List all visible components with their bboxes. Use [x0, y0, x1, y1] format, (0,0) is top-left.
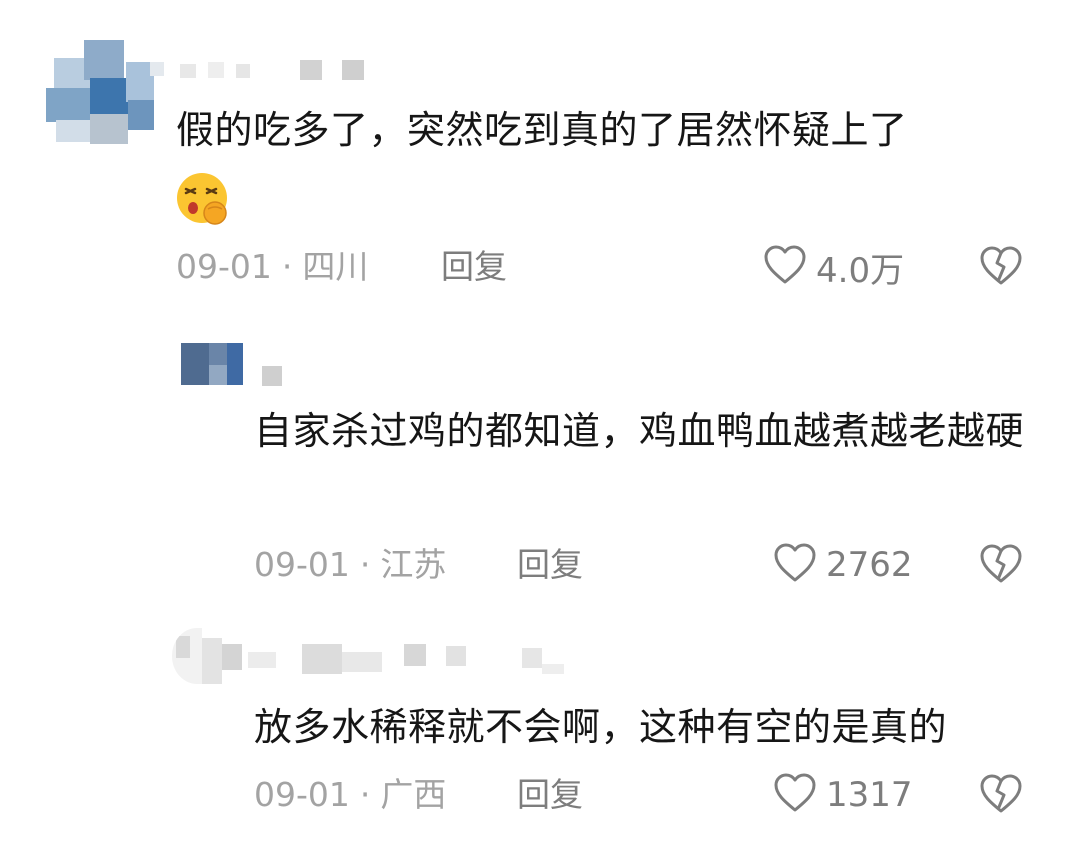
username-redacted[interactable]: [262, 366, 302, 386]
broken-heart-icon[interactable]: [978, 773, 1024, 817]
reply-button[interactable]: 回复: [517, 775, 583, 815]
meta-separator: ·: [359, 545, 371, 584]
avatar[interactable]: [44, 40, 154, 145]
like-button[interactable]: 1317: [772, 773, 913, 817]
comment-text: 假的吃多了，突然吃到真的了居然怀疑上了: [176, 108, 908, 152]
username-redacted[interactable]: [222, 644, 572, 678]
reply-comment-item: 放多水稀释就不会啊，这种有空的是真的 09-01 · 广西 回复 1317: [0, 610, 1080, 845]
heart-outline-icon: [762, 244, 808, 290]
comment-location: 四川: [302, 247, 369, 286]
comment-meta: 09-01 · 广西: [254, 775, 446, 815]
avatar[interactable]: [172, 628, 222, 684]
meta-separator: ·: [359, 775, 371, 814]
like-count: 2762: [826, 545, 913, 585]
broken-heart-icon[interactable]: [978, 543, 1024, 587]
comment-location: 江苏: [380, 545, 447, 584]
like-button[interactable]: 2762: [772, 543, 913, 587]
like-button[interactable]: 4.0万: [762, 244, 905, 291]
reply-button[interactable]: 回复: [517, 545, 583, 585]
comment-date: 09-01: [176, 247, 272, 286]
like-count: 4.0万: [816, 250, 905, 291]
reply-comment-item: 自家杀过鸡的都知道，鸡血鸭血越煮越老越硬 09-01 · 江苏 回复 2762: [0, 320, 1080, 610]
comment-date: 09-01: [254, 775, 350, 814]
reply-button[interactable]: 回复: [441, 247, 507, 287]
heart-outline-icon: [772, 772, 818, 818]
comment-item: 假的吃多了，突然吃到真的了居然怀疑上了 09-01 · 四川 回复 4.0万: [0, 0, 1080, 320]
comment-text: 放多水稀释就不会啊，这种有空的是真的: [254, 705, 948, 749]
username-redacted[interactable]: [150, 60, 390, 80]
broken-heart-icon[interactable]: [978, 245, 1024, 289]
comment-location: 广西: [380, 775, 447, 814]
comment-meta: 09-01 · 江苏: [254, 545, 446, 585]
comment-thread: 假的吃多了，突然吃到真的了居然怀疑上了 09-01 · 四川 回复 4.0万 自…: [0, 0, 1080, 845]
smirking-hand-over-mouth-emoji: [175, 171, 233, 229]
like-count: 1317: [826, 775, 913, 815]
avatar[interactable]: [181, 343, 243, 385]
comment-text: 自家杀过鸡的都知道，鸡血鸭血越煮越老越硬: [254, 409, 1025, 453]
comment-meta: 09-01 · 四川: [176, 247, 368, 287]
heart-outline-icon: [772, 542, 818, 588]
comment-date: 09-01: [254, 545, 350, 584]
meta-separator: ·: [281, 247, 293, 286]
